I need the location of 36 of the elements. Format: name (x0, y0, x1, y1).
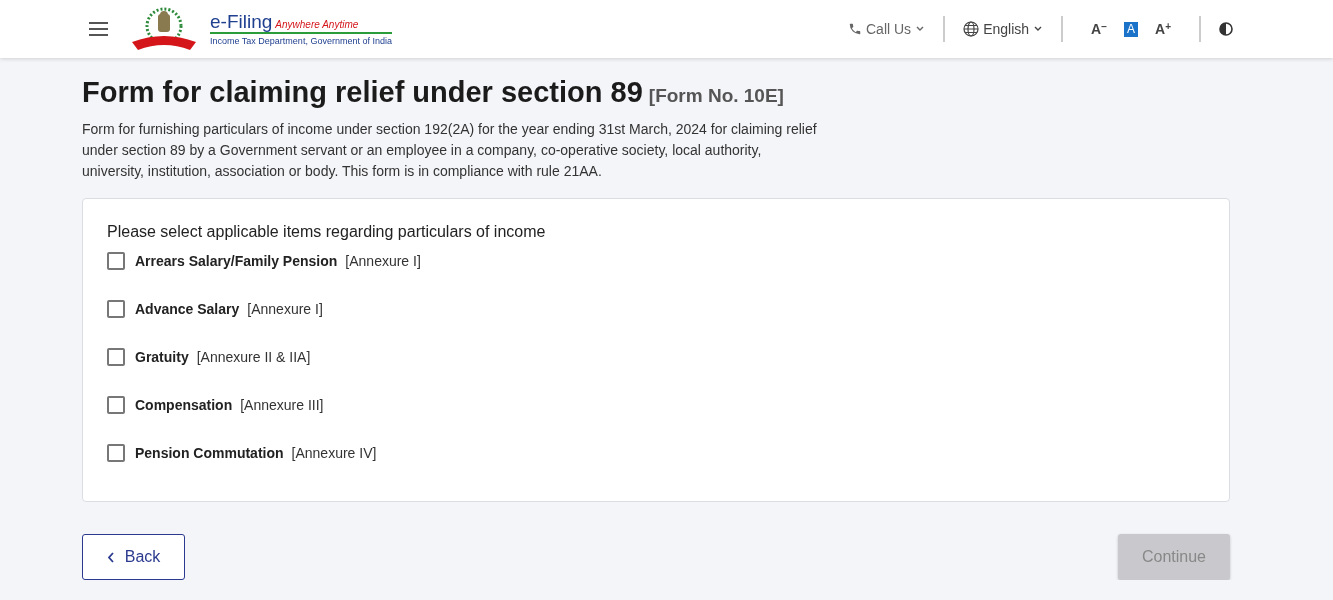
font-size-button[interactable]: A$^{+}$ (1152, 21, 1174, 37)
chevron-down-icon (915, 25, 926, 33)
brand-tagline: Anywhere Anytime (275, 19, 359, 30)
annexure-label: [Annexure I] (247, 301, 323, 317)
item-label: Pension Commutation (135, 445, 284, 461)
selection-prompt: Please select applicable items regarding particulars of income (107, 223, 547, 241)
font-size-button[interactable]: A (1124, 21, 1139, 37)
globe-icon (963, 21, 980, 37)
checkbox[interactable] (107, 252, 125, 270)
annexure-label: [Annexure I] (345, 253, 421, 269)
brand-name: e-Filing (210, 12, 273, 32)
checkbox[interactable] (107, 444, 125, 462)
department-name: Income Tax Department, Government of India (210, 32, 392, 46)
back-button[interactable]: Back (82, 534, 185, 580)
chevron-left-icon (106, 551, 115, 563)
contrast-icon[interactable] (1219, 22, 1233, 36)
item-label: Advance Salary (135, 301, 240, 317)
phone-icon (848, 22, 862, 36)
chevron-down-icon (1033, 25, 1044, 33)
language-dropdown[interactable]: English (963, 21, 1044, 37)
form-number: [Form No. 10E] (648, 85, 784, 107)
item-label: Compensation (135, 397, 233, 413)
annexure-label: [Annexure II & IIA] (196, 349, 311, 365)
page-title: Form for claiming relief under section 89 (82, 76, 643, 109)
checkbox[interactable] (107, 348, 125, 366)
emblem-logo-icon (130, 6, 198, 52)
menu-icon[interactable] (89, 22, 108, 36)
checkbox[interactable] (107, 300, 125, 318)
checkbox[interactable] (107, 396, 125, 414)
call-us-dropdown[interactable]: Call Us (848, 21, 926, 37)
font-size-button[interactable]: A$^{−}$ (1088, 21, 1110, 37)
annexure-label: [Annexure IV] (291, 445, 377, 461)
annexure-label: [Annexure III] (240, 397, 324, 413)
item-label: Arrears Salary/Family Pension (135, 253, 338, 269)
form-description: Form for furnishing particulars of income under section 192(2A) for the year ending 31st March, 2024 for claiming relief under section 89 by a Government servant or an employee in a company, co-operative society, local authority, university, institution, association or body. This form is in compliance with rule 21AA. (82, 120, 818, 181)
item-label: Gratuity (135, 349, 189, 365)
